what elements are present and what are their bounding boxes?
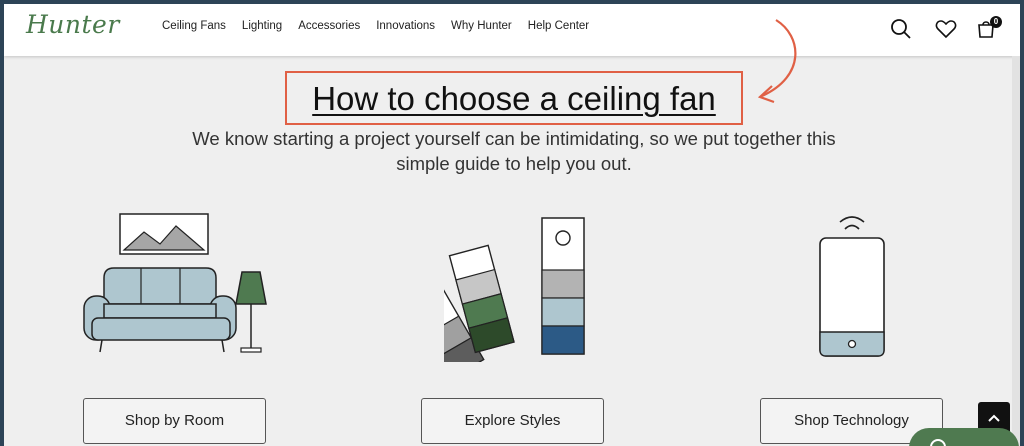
page-subtitle: We know starting a project yourself can … xyxy=(192,128,836,174)
explore-styles-button[interactable]: Explore Styles xyxy=(421,398,604,444)
top-nav: Hunter Ceiling Fans Lighting Accessories… xyxy=(4,4,1020,56)
smartphone-illustration xyxy=(819,216,885,357)
nav-accessories[interactable]: Accessories xyxy=(298,20,360,32)
color-swatch-illustration xyxy=(444,217,585,362)
nav-help-center[interactable]: Help Center xyxy=(528,20,589,32)
cart-icon[interactable]: 0 xyxy=(976,16,1002,40)
heart-icon[interactable] xyxy=(935,18,957,40)
chat-button[interactable] xyxy=(909,428,1019,446)
nav-ceiling-fans[interactable]: Ceiling Fans xyxy=(162,20,226,32)
search-icon[interactable] xyxy=(890,18,912,40)
nav-why-hunter[interactable]: Why Hunter xyxy=(451,20,512,32)
title-highlight-box: How to choose a ceiling fan xyxy=(285,71,743,125)
chat-icon xyxy=(930,439,946,446)
hunter-logo[interactable]: Hunter xyxy=(26,10,120,39)
annotation-arrow-icon xyxy=(757,19,797,104)
nav-innovations[interactable]: Innovations xyxy=(376,20,435,32)
page-title[interactable]: How to choose a ceiling fan xyxy=(287,80,741,118)
nav-lighting[interactable]: Lighting xyxy=(242,20,282,32)
page-frame: Hunter Ceiling Fans Lighting Accessories… xyxy=(4,4,1020,446)
shop-by-room-button[interactable]: Shop by Room xyxy=(83,398,266,444)
main-menu: Ceiling Fans Lighting Accessories Innova… xyxy=(162,20,605,32)
cart-count-badge: 0 xyxy=(990,16,1002,28)
scrollbar[interactable] xyxy=(1012,56,1020,446)
living-room-illustration xyxy=(83,213,267,353)
